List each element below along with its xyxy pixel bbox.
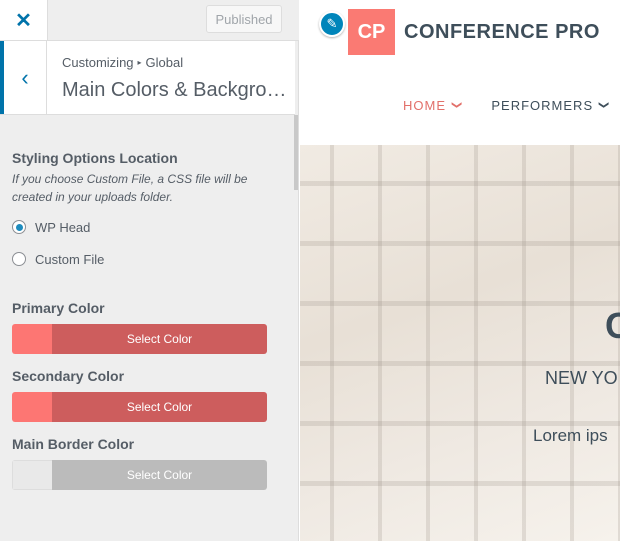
sidebar-scrollbar[interactable]: [294, 115, 298, 190]
border-color-button[interactable]: Select Color: [12, 460, 267, 490]
breadcrumb-root: Customizing: [62, 55, 134, 70]
secondary-color-button[interactable]: Select Color: [12, 392, 267, 422]
breadcrumb: Customizing ▸ Global: [62, 55, 183, 70]
site-logo[interactable]: CP: [348, 9, 395, 55]
close-x-icon: ✕: [15, 9, 32, 32]
hero-subheading: NEW YO: [545, 368, 618, 388]
styling-location-description: If you choose Custom File, a CSS file wi…: [12, 172, 248, 204]
radio-button-checked[interactable]: [12, 220, 26, 234]
chevron-left-icon: ‹: [21, 64, 29, 90]
select-color-label[interactable]: Select Color: [52, 460, 267, 490]
radio-wp-head[interactable]: WP Head: [12, 216, 272, 238]
breadcrumb-separator-icon: ▸: [137, 58, 142, 67]
primary-color-control: Primary Color Select Color: [12, 300, 272, 354]
hero-text: Lorem ips: [533, 426, 608, 445]
nav-label: HOME: [403, 98, 446, 113]
nav-item-home[interactable]: HOME ❯: [403, 98, 463, 113]
radio-label: WP Head: [35, 219, 91, 235]
secondary-color-control: Secondary Color Select Color: [12, 368, 272, 422]
edit-shortcut-button[interactable]: ✎: [319, 11, 345, 37]
color-swatch[interactable]: [12, 324, 52, 354]
customizer-sidebar: ✕ Published ‹ Customizing ▸ Global Main Co…: [0, 0, 299, 541]
border-color-control: Main Border Color Select Color: [12, 436, 272, 490]
site-header: ✎ CP CONFERENCE PRO HOME ❯ PERFORMERS ❯: [300, 0, 620, 145]
color-swatch[interactable]: [12, 392, 52, 422]
pencil-icon: ✎: [326, 16, 338, 31]
radio-label: Custom File: [35, 251, 105, 267]
nav-label: PERFORMERS: [491, 98, 594, 113]
site-title[interactable]: CONFERENCE PRO: [404, 21, 600, 44]
radio-custom-file[interactable]: Custom File: [12, 248, 272, 270]
published-button[interactable]: Published: [206, 5, 282, 33]
select-color-label[interactable]: Select Color: [52, 392, 267, 422]
secondary-color-label: Secondary Color: [12, 368, 125, 384]
breadcrumb-current: Global: [145, 55, 184, 70]
main-nav: HOME ❯ PERFORMERS ❯: [403, 98, 620, 113]
hero-heading: C: [605, 305, 620, 346]
primary-color-label: Primary Color: [12, 300, 105, 316]
color-swatch[interactable]: [12, 460, 52, 490]
controls-panel: Styling Options Location If you choose C…: [12, 150, 272, 490]
site-preview: ✎ CP CONFERENCE PRO HOME ❯ PERFORMERS ❯ …: [300, 0, 620, 541]
customizer-topbar: ✕ Published: [0, 0, 299, 41]
close-customizer-button[interactable]: ✕: [0, 0, 48, 40]
border-color-label: Main Border Color: [12, 436, 135, 452]
primary-color-button[interactable]: Select Color: [12, 324, 267, 354]
styling-location-label: Styling Options Location: [12, 150, 178, 166]
chevron-down-icon: ❯: [451, 100, 463, 111]
chevron-down-icon: ❯: [598, 100, 610, 111]
radio-button[interactable]: [12, 252, 26, 266]
back-button[interactable]: ‹: [0, 41, 47, 114]
section-header: ‹ Customizing ▸ Global Main Colors & Backg…: [0, 41, 295, 115]
select-color-label[interactable]: Select Color: [52, 324, 267, 354]
section-title: Main Colors & Backgrounds: [62, 79, 287, 101]
nav-item-performers[interactable]: PERFORMERS ❯: [491, 98, 610, 113]
hero-banner-image: C NEW YO Lorem ips: [300, 145, 620, 541]
